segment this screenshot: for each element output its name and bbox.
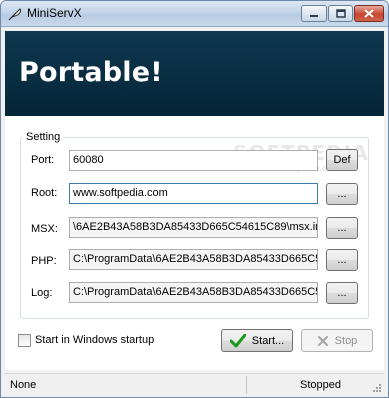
msx-label: MSX: <box>31 223 58 235</box>
browse-log-button[interactable]: ... <box>326 282 358 304</box>
status-bar: None Stopped <box>5 373 384 395</box>
banner: Portable! <box>5 31 384 116</box>
startup-checkbox-label[interactable]: Start in Windows startup <box>35 334 154 346</box>
checkmark-icon <box>229 333 246 347</box>
settings-group-label: Setting <box>23 131 64 143</box>
start-button[interactable]: Start... <box>221 329 293 352</box>
x-icon <box>317 335 328 346</box>
title-bar[interactable]: MiniServX <box>1 1 388 27</box>
port-field[interactable]: 60080 <box>69 150 318 171</box>
log-field[interactable]: C:\ProgramData\6AE2B43A58B3DA85433D665C5… <box>69 282 318 303</box>
php-field[interactable]: C:\ProgramData\6AE2B43A58B3DA85433D665C5… <box>69 249 318 270</box>
maximize-button[interactable] <box>328 5 353 22</box>
root-label: Root: <box>31 187 58 199</box>
minimize-button[interactable] <box>301 5 327 22</box>
log-label: Log: <box>31 287 53 299</box>
stop-button[interactable]: Stop <box>301 329 373 352</box>
startup-checkbox[interactable] <box>18 334 31 347</box>
feather-icon[interactable] <box>7 6 23 22</box>
default-port-button[interactable]: Def <box>326 149 358 171</box>
banner-title: Portable! <box>19 57 163 88</box>
resize-grip-icon[interactable] <box>372 383 382 393</box>
minimize-icon <box>310 14 318 17</box>
browse-root-button[interactable]: ... <box>326 183 358 205</box>
start-button-label: Start... <box>251 334 285 347</box>
browse-msx-button[interactable]: ... <box>326 217 358 239</box>
window-title: MiniServX <box>27 6 82 20</box>
port-label: Port: <box>31 154 55 166</box>
close-icon <box>364 9 374 18</box>
server-status: Stopped <box>300 379 341 391</box>
status-divider <box>246 376 247 394</box>
app-window: MiniServX Portable! SOFTPEDIA www.softpe… <box>0 0 389 398</box>
php-label: PHP: <box>31 255 57 267</box>
root-field[interactable]: www.softpedia.com <box>69 183 318 204</box>
msx-field[interactable]: \6AE2B43A58B3DA85433D665C54615C89\msx.in… <box>69 217 318 238</box>
stop-button-label: Stop <box>334 334 358 347</box>
browse-php-button[interactable]: ... <box>326 249 358 271</box>
maximize-icon <box>335 9 346 18</box>
close-button[interactable] <box>354 5 384 22</box>
status-left: None <box>10 379 37 391</box>
